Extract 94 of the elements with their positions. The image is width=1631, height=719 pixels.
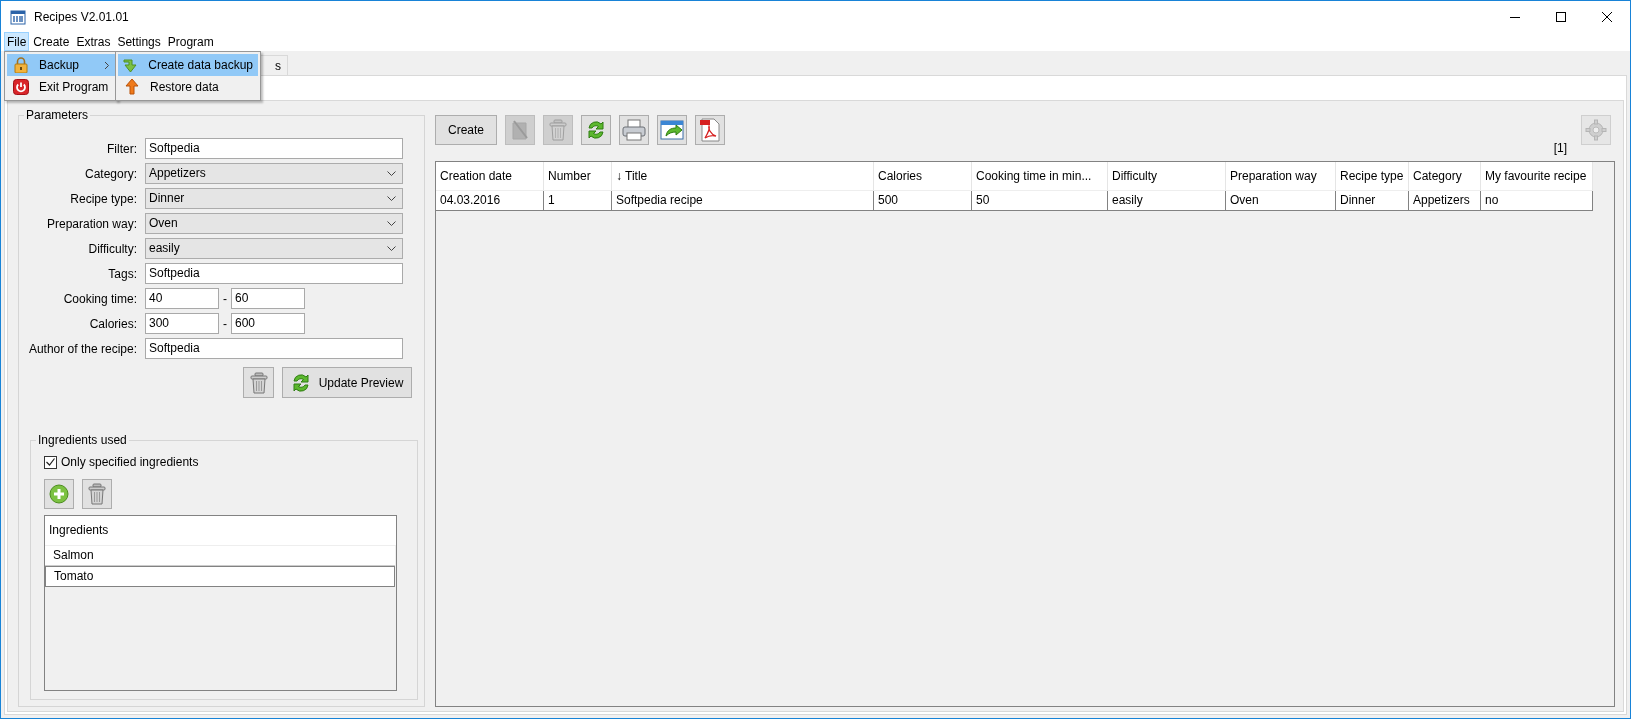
range-to-field[interactable]: 60	[231, 288, 305, 309]
list-row[interactable]: Tomato	[45, 566, 395, 587]
remove-ingredient-button[interactable]	[82, 479, 112, 509]
range-separator: -	[222, 291, 228, 306]
caret-down-icon	[387, 170, 396, 177]
table-cell: 1	[544, 191, 612, 211]
column-header: Ingredients	[45, 516, 396, 546]
toolbar-button[interactable]	[657, 115, 687, 145]
menu-item[interactable]: Settings	[114, 32, 164, 51]
caret-down-icon	[387, 220, 396, 227]
arrow-up-icon	[123, 78, 141, 96]
range-to-field[interactable]: 600	[231, 313, 305, 334]
sort-arrow: ↓	[616, 168, 622, 185]
column-header[interactable]: Cooking time in min...	[972, 162, 1108, 191]
checkbox-label: Only specified ingredients	[61, 455, 199, 469]
refresh-icon	[290, 371, 311, 394]
chevron-right-icon	[104, 60, 110, 70]
menu-entry[interactable]: Exit Program	[7, 76, 115, 98]
menu-item[interactable]: File	[4, 32, 30, 51]
table-cell: Softpedia recipe	[612, 191, 874, 211]
text-field[interactable]: Softpedia	[145, 263, 403, 284]
column-label: Title	[625, 168, 648, 185]
table-cell: Dinner	[1336, 191, 1409, 211]
trash-icon	[249, 371, 268, 394]
menu-item[interactable]: Extras	[73, 32, 114, 51]
field-label: Category:	[83, 166, 138, 181]
column-header[interactable]: Difficulty	[1108, 162, 1226, 191]
group-title: Ingredients used	[36, 433, 129, 447]
dropdown[interactable]: Appetizers	[145, 163, 403, 184]
table-cell: easily	[1108, 191, 1226, 211]
dropdown[interactable]: easily	[145, 238, 403, 259]
trash-icon	[549, 119, 567, 141]
range-from-field[interactable]: 300	[145, 313, 219, 334]
caret-down-icon	[387, 195, 396, 202]
export-window-icon	[660, 119, 684, 141]
window-title: Recipes V2.01.01	[34, 9, 129, 24]
maximize-icon	[1556, 11, 1566, 22]
update-preview-button[interactable]: Update Preview	[282, 367, 412, 398]
column-header[interactable]: Recipe type	[1336, 162, 1409, 191]
column-header[interactable]: Creation date	[436, 162, 544, 191]
record-count: [1]	[1553, 141, 1567, 155]
column-header[interactable]: My favourite recipe	[1481, 162, 1593, 191]
text-field[interactable]: Softpedia	[145, 338, 403, 359]
checkbox[interactable]	[44, 455, 57, 469]
close-icon	[1602, 11, 1612, 22]
toolbar-button[interactable]	[581, 115, 611, 145]
menu-item[interactable]: Create	[30, 32, 73, 51]
column-header[interactable]: Calories	[874, 162, 972, 191]
column-header[interactable]: Preparation way	[1226, 162, 1336, 191]
field-label: Difficulty:	[87, 241, 138, 256]
check-icon	[46, 458, 55, 466]
menu-entry[interactable]: Backup	[7, 54, 115, 76]
table-cell: Appetizers	[1409, 191, 1481, 211]
dropdown[interactable]: Dinner	[145, 188, 403, 209]
field-label: Calories:	[88, 316, 138, 331]
table-cell: 50	[972, 191, 1108, 211]
add-icon	[49, 484, 69, 504]
field-label: Cooking time:	[62, 291, 138, 306]
menu-entry[interactable]: Restore data	[118, 76, 258, 98]
padlock-icon	[14, 57, 28, 73]
table-cell: Oven	[1226, 191, 1336, 211]
list-row[interactable]: Salmon	[45, 546, 395, 566]
column-header[interactable]: ↓ Title	[612, 162, 874, 191]
create-button[interactable]: Create	[435, 115, 497, 145]
trash-icon	[88, 483, 106, 505]
power-icon	[13, 79, 29, 95]
printer-icon	[622, 119, 646, 141]
edit-icon	[510, 119, 530, 141]
range-separator: -	[222, 316, 228, 331]
refresh-icon	[586, 119, 606, 141]
toolbar-button[interactable]	[619, 115, 649, 145]
clear-button[interactable]	[243, 367, 274, 398]
table-cell: 04.03.2016	[436, 191, 544, 211]
menu-item[interactable]: Program	[164, 32, 217, 51]
pdf-file-icon	[699, 118, 721, 142]
toolbar-button[interactable]	[695, 115, 725, 145]
table-cell: no	[1481, 191, 1593, 211]
range-from-field[interactable]: 40	[145, 288, 219, 309]
field-label: Tags:	[107, 266, 138, 281]
app-icon	[10, 8, 26, 25]
table-cell: 500	[874, 191, 972, 211]
text-field[interactable]: Softpedia	[145, 138, 403, 159]
dropdown[interactable]: Oven	[145, 213, 403, 234]
menu-entry[interactable]: Create data backup	[118, 54, 258, 76]
add-ingredient-button[interactable]	[44, 479, 74, 509]
field-label: Recipe type:	[69, 191, 138, 206]
field-label: Preparation way:	[45, 216, 138, 231]
field-label: Author of the recipe:	[27, 341, 138, 356]
column-header[interactable]: Category	[1409, 162, 1481, 191]
field-label: Filter:	[106, 141, 138, 156]
caret-down-icon	[387, 245, 396, 252]
group-title: Parameters	[24, 108, 91, 122]
settings-icon	[1585, 119, 1607, 141]
column-header[interactable]: Number	[544, 162, 612, 191]
